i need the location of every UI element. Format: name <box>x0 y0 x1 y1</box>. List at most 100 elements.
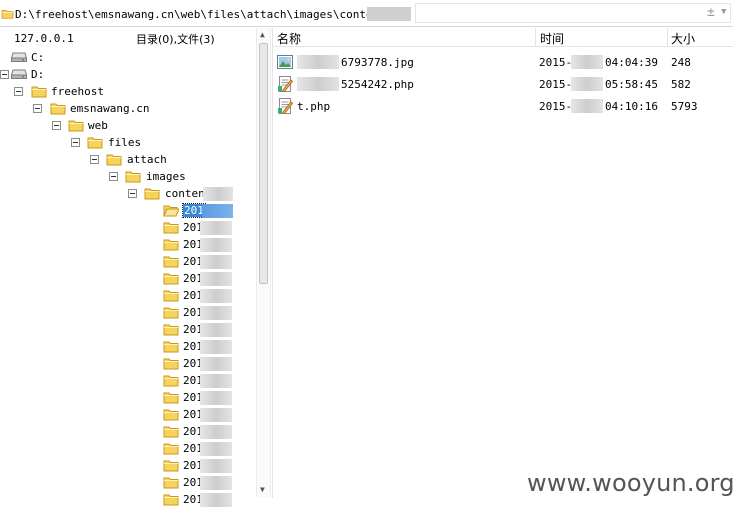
tree-subfolder[interactable]: 201 <box>0 407 250 424</box>
redacted-name <box>200 425 232 439</box>
drive-icon <box>11 52 27 62</box>
redacted-name <box>200 493 232 507</box>
file-time-date: 2015- <box>539 78 573 91</box>
folder-icon <box>163 441 179 455</box>
tree-subfolder[interactable]: 201 <box>0 458 250 475</box>
redacted-name <box>200 289 232 303</box>
plus-icon[interactable]: ± <box>707 6 715 19</box>
collapse-toggle[interactable] <box>14 87 23 96</box>
tree-subfolder[interactable]: 201 <box>0 288 250 305</box>
folder-icon <box>163 373 179 387</box>
file-row[interactable]: 5254242.php 2015- 05:58:45 582 <box>273 73 733 95</box>
tree-scrollbar[interactable]: ▲ ▼ <box>256 28 271 497</box>
tree-subfolder[interactable]: 201 <box>0 475 250 492</box>
address-input[interactable] <box>415 3 731 23</box>
scroll-up-icon[interactable]: ▲ <box>260 30 265 39</box>
script-file-icon <box>277 76 293 92</box>
column-name[interactable]: 名称 <box>277 30 301 47</box>
column-size[interactable]: 大小 <box>671 30 695 47</box>
tree-subfolder[interactable]: 201 <box>0 424 250 441</box>
collapse-toggle[interactable] <box>109 172 118 181</box>
tree-subfolder[interactable]: 201 <box>0 441 250 458</box>
host-address: 127.0.0.1 <box>14 32 74 45</box>
collapse-toggle[interactable] <box>90 155 99 164</box>
tree-subfolder[interactable]: 201 <box>0 203 250 220</box>
file-name: t.php <box>297 100 331 113</box>
tree-drive-c[interactable]: C: <box>0 50 250 67</box>
file-time-clock: 05:58:45 <box>605 78 658 91</box>
folder-label: web <box>88 119 108 132</box>
redacted-name <box>200 408 232 422</box>
collapse-toggle[interactable] <box>33 104 42 113</box>
drive-label: D: <box>31 68 45 81</box>
image-file-icon <box>277 54 293 70</box>
folder-icon <box>106 152 122 166</box>
folder-icon <box>163 305 179 319</box>
scrollbar-thumb[interactable] <box>259 43 268 284</box>
tree-subfolder[interactable]: 201 <box>0 492 250 509</box>
folder-label: files <box>108 136 142 149</box>
collapse-toggle[interactable] <box>71 138 80 147</box>
tree-folder-domain[interactable]: emsnawang.cn <box>0 101 250 118</box>
folder-icon <box>163 424 179 438</box>
folder-icon <box>163 475 179 489</box>
tree-subfolder[interactable]: 201 <box>0 373 250 390</box>
tree-subfolder[interactable]: 201 <box>0 339 250 356</box>
tree-subfolder[interactable]: 201 <box>0 322 250 339</box>
redacted-name <box>297 77 339 91</box>
tree-subfolder[interactable]: 201 <box>0 271 250 288</box>
tree-folder-freehost[interactable]: freehost <box>0 84 250 101</box>
tree-subfolder[interactable]: 201 <box>0 305 250 322</box>
file-row[interactable]: 6793778.jpg 2015- 04:04:39 248 <box>273 51 733 73</box>
redacted-name <box>202 204 233 218</box>
folder-icon <box>163 390 179 404</box>
file-name: 5254242.php <box>341 78 414 91</box>
directory-tree-panel: 127.0.0.1 目录(0),文件(3) C: D: freehost ems… <box>0 28 272 507</box>
redacted-name <box>200 340 232 354</box>
folder-label: attach <box>127 153 167 166</box>
address-path: D:\freehost\emsnawang.cn\web\files\attac… <box>15 8 406 21</box>
tree-subfolder[interactable]: 201 <box>0 390 250 407</box>
folder-icon <box>163 458 179 472</box>
address-bar[interactable]: D:\freehost\emsnawang.cn\web\files\attac… <box>0 0 733 27</box>
folder-icon <box>163 271 179 285</box>
redacted-name <box>200 476 232 490</box>
collapse-toggle[interactable] <box>128 189 137 198</box>
tree-folder-files[interactable]: files <box>0 135 250 152</box>
folder-icon <box>163 322 179 336</box>
folder-icon <box>163 288 179 302</box>
tree-subfolder[interactable]: 201 <box>0 237 250 254</box>
folder-icon <box>163 254 179 268</box>
file-list-panel: 名称 时间 大小 6793778.jpg 2015- 04:04:39 248 … <box>272 28 733 498</box>
folder-icon <box>163 407 179 421</box>
folder-icon <box>163 356 179 370</box>
tree-drive-d[interactable]: D: <box>0 67 250 84</box>
file-row[interactable]: t.php 2015- 04:10:16 5793 <box>273 95 733 117</box>
collapse-toggle[interactable] <box>52 121 61 130</box>
tree-subfolder[interactable]: 201 <box>0 220 250 237</box>
redacted-name <box>203 187 233 201</box>
redacted-name <box>200 374 232 388</box>
tree-folder-content[interactable]: content <box>0 186 250 203</box>
tree-subfolder[interactable]: 201 <box>0 254 250 271</box>
file-time-date: 2015- <box>539 100 573 113</box>
folder-icon <box>163 339 179 353</box>
folder-icon <box>125 169 141 183</box>
tree-subfolder[interactable]: 201 <box>0 356 250 373</box>
file-size: 5793 <box>671 100 698 113</box>
tree-folder-attach[interactable]: attach <box>0 152 250 169</box>
redacted-name <box>200 306 232 320</box>
drive-label: C: <box>31 51 45 64</box>
redacted-date <box>571 55 603 69</box>
column-time[interactable]: 时间 <box>540 30 564 47</box>
scroll-down-icon[interactable]: ▼ <box>260 485 265 494</box>
tree-folder-web[interactable]: web <box>0 118 250 135</box>
tree-folder-images[interactable]: images <box>0 169 250 186</box>
chevron-down-icon[interactable]: ▼ <box>721 8 726 17</box>
file-name: 6793778.jpg <box>341 56 414 69</box>
redacted-name <box>200 272 232 286</box>
collapse-toggle[interactable] <box>0 70 9 79</box>
folder-icon <box>68 118 84 132</box>
redacted-name <box>297 55 339 69</box>
redacted-date <box>571 99 603 113</box>
